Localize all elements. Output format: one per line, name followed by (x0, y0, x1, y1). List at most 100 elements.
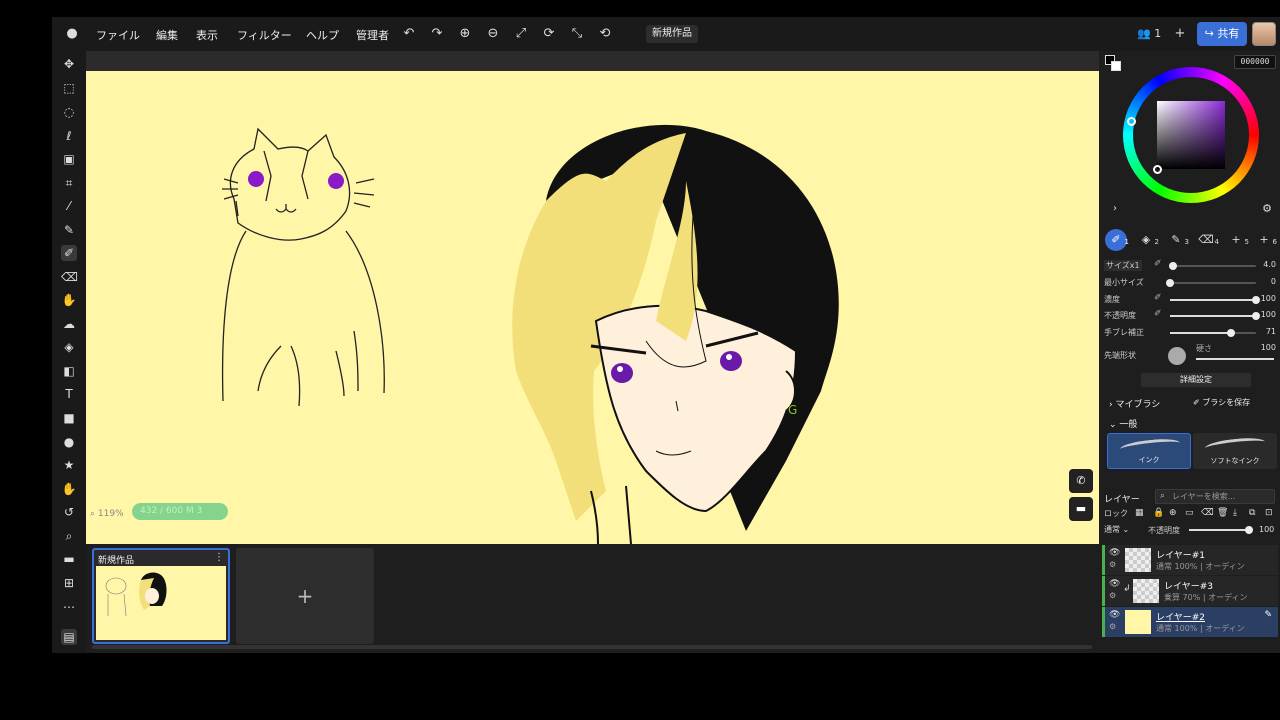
menu-filter[interactable]: フィルター (237, 27, 292, 43)
zoom-out-icon[interactable]: ⊖ (485, 26, 501, 42)
star-icon[interactable]: ★ (61, 457, 77, 473)
reset-view-icon[interactable]: ⟲ (597, 26, 613, 42)
pressure-icon[interactable]: ✐ (1154, 259, 1162, 269)
duplicate-icon[interactable]: ⧉ (1249, 508, 1255, 518)
hue-handle[interactable] (1127, 117, 1136, 126)
secondary-color-swatch[interactable] (1111, 61, 1121, 71)
app-logo-icon[interactable]: ● (64, 26, 80, 42)
clear-icon[interactable]: ⌫ (1201, 508, 1214, 518)
tip-shape-param[interactable]: 先端形状 硬さ 100 (1104, 343, 1276, 369)
transform-icon[interactable]: ▣ (61, 151, 77, 167)
stabilizer-knob[interactable] (1227, 329, 1236, 337)
brush-tab-1[interactable]: ✐ 1 (1105, 229, 1129, 251)
layer-options-icon[interactable]: ⚙ (1109, 591, 1116, 600)
eye-icon[interactable]: 👁 (1109, 610, 1120, 620)
min-size-param[interactable]: 最小サイズ 0 (1104, 276, 1276, 290)
smudge-icon[interactable]: ✋ (61, 292, 77, 308)
opacity-knob[interactable] (1252, 312, 1260, 320)
zoom-in-icon[interactable]: ⊕ (457, 26, 473, 42)
density-slider[interactable] (1170, 296, 1260, 304)
sv-handle[interactable] (1153, 165, 1162, 174)
size-slider[interactable] (1168, 262, 1256, 270)
new-layer-icon[interactable]: ⊕ (1169, 508, 1177, 518)
brush-tab-5[interactable]: +5 (1225, 229, 1249, 251)
layer-row[interactable]: 👁 ⚙ レイヤー#2 通常 100% | オーディン ✎ (1102, 607, 1278, 637)
undo-icon[interactable]: ↶ (401, 26, 417, 42)
fit-icon[interactable]: ⤢ (513, 26, 529, 42)
detail-settings-button[interactable]: 詳細設定 (1141, 373, 1251, 387)
redo-icon[interactable]: ↷ (429, 26, 445, 42)
layer-opacity-slider[interactable] (1189, 526, 1253, 534)
add-user-icon[interactable]: + (1172, 26, 1188, 42)
artwork-thumbnail-card[interactable]: 新規作品 ⋮ (92, 548, 230, 644)
kebab-menu-icon[interactable]: ⋮ (214, 552, 224, 563)
pen-icon[interactable]: ✎ (61, 222, 77, 238)
size-knob[interactable] (1168, 262, 1177, 270)
brush-icon[interactable]: ✐ (61, 245, 77, 261)
min-size-slider[interactable] (1166, 279, 1256, 287)
checker-lock-icon[interactable]: ▦ (1135, 508, 1144, 518)
opacity-param[interactable]: 不透明度 ✐ 100 (1104, 309, 1276, 323)
rectangle-icon[interactable]: ■ (61, 410, 77, 426)
call-button[interactable]: ✆ (1069, 469, 1093, 493)
color-settings-icon[interactable]: ⚙ (1259, 201, 1275, 217)
user-count[interactable]: 👥 1 (1137, 27, 1161, 40)
density-knob[interactable] (1252, 296, 1260, 304)
stabilizer-param[interactable]: 手ブレ補正 71 (1104, 326, 1276, 340)
brush-tab-3[interactable]: ✎ 3 (1165, 229, 1189, 251)
fill-icon[interactable]: ◈ (61, 339, 77, 355)
rect-select-icon[interactable]: ⬚ (61, 80, 77, 96)
layer-row[interactable]: 👁 ⚙ レイヤー#1 通常 100% | オーディン (1102, 545, 1278, 575)
my-brush-header[interactable]: › マイブラシ (1109, 397, 1160, 410)
chat-button[interactable]: ▬ (1069, 497, 1093, 521)
stabilizer-slider[interactable] (1170, 329, 1256, 337)
blend-mode-select[interactable]: 通常 ⌄ (1104, 524, 1129, 535)
crop-icon[interactable]: ⌗ (61, 175, 77, 191)
more-icon[interactable]: ⋯ (61, 599, 77, 615)
menu-help[interactable]: ヘルプ (306, 27, 339, 43)
lasso-icon[interactable]: ℓ (61, 128, 77, 144)
color-wheel[interactable] (1123, 67, 1259, 203)
rotate-icon[interactable]: ⟳ (541, 26, 557, 42)
layer-search-input[interactable]: ⌕ レイヤーを検索... (1155, 489, 1275, 504)
general-header[interactable]: ⌄ 一般 (1109, 417, 1137, 430)
brush-tab-2[interactable]: ◈ 2 (1135, 229, 1159, 251)
menu-admin[interactable]: 管理者 (356, 27, 389, 43)
menu-edit[interactable]: 編集 (156, 27, 178, 43)
new-folder-icon[interactable]: ▭ (1185, 508, 1194, 518)
hand-icon[interactable]: ✋ (61, 481, 77, 497)
brush-preset-ink[interactable]: インク (1107, 433, 1191, 469)
brush-tab-4[interactable]: ⌫ 4 (1195, 229, 1219, 251)
ellipse-select-icon[interactable]: ◌ (61, 104, 77, 120)
saturation-value-square[interactable] (1157, 101, 1225, 169)
brush-preset-soft-ink[interactable]: ソフトなインク (1193, 433, 1277, 469)
layer-more-icon[interactable]: ⊡ (1265, 508, 1273, 518)
document-title[interactable]: 新規作品 (646, 25, 698, 43)
hardness-slider[interactable] (1196, 358, 1274, 360)
layer-opacity-knob[interactable] (1245, 526, 1253, 534)
horizontal-scrollbar[interactable] (92, 645, 1092, 649)
menu-view[interactable]: 表示 (196, 27, 218, 43)
expand-color-icon[interactable]: › (1107, 201, 1123, 217)
comment-icon[interactable]: ▬ (61, 551, 77, 567)
pressure-icon[interactable]: ✐ (1154, 293, 1162, 303)
filmstrip-icon[interactable]: ▤ (61, 629, 77, 645)
pressure-icon[interactable]: ✐ (1154, 309, 1162, 319)
zoom-icon[interactable]: ⌕ (61, 528, 77, 544)
layer-options-icon[interactable]: ⚙ (1109, 560, 1116, 569)
brush-tab-6[interactable]: +6 (1253, 229, 1277, 251)
eyedropper-icon[interactable]: ⁄ (61, 198, 77, 214)
layer-options-icon[interactable]: ⚙ (1109, 622, 1116, 631)
opacity-slider[interactable] (1170, 312, 1260, 320)
move-tool-icon[interactable]: ✥ (61, 56, 77, 72)
menu-file[interactable]: ファイル (96, 27, 140, 43)
circle-icon[interactable]: ● (61, 434, 77, 450)
timeline-icon[interactable]: ⊞ (61, 575, 77, 591)
layer-row[interactable]: 👁 ⚙ ↲ レイヤー#3 乗算 70% | オーディン (1102, 576, 1278, 606)
lock-icon[interactable]: 🔒 (1153, 508, 1164, 518)
text-icon[interactable]: T (61, 386, 77, 402)
hex-color-field[interactable]: 000000 (1234, 55, 1276, 69)
save-brush-button[interactable]: ✐ ブラシを保存 (1193, 397, 1250, 408)
delete-icon[interactable]: 🗑 (1217, 508, 1228, 518)
min-size-knob[interactable] (1166, 279, 1174, 287)
